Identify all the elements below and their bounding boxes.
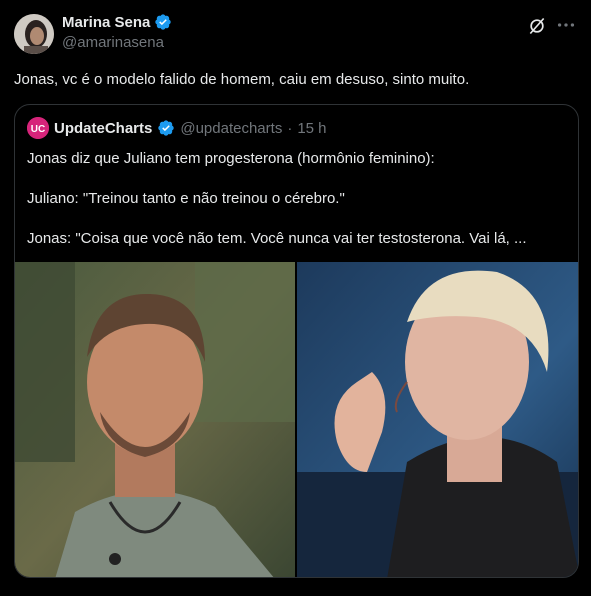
- author-block: Marina Sena @amarinasena: [62, 13, 172, 51]
- author-avatar[interactable]: [14, 14, 54, 54]
- quoted-image-left[interactable]: [15, 262, 295, 577]
- quoted-text-line-2: Juliano: "Treinou tanto e não treinou o …: [27, 190, 345, 207]
- quoted-post-header: UC UpdateCharts @updatecharts · 15 h: [27, 117, 327, 139]
- quoted-avatar-logo: UC: [31, 124, 45, 135]
- author-name[interactable]: Marina Sena: [62, 14, 150, 31]
- author-handle[interactable]: @amarinasena: [62, 34, 172, 51]
- post-text: Jonas, vc é o modelo falido de homem, ca…: [14, 71, 470, 88]
- quoted-author-avatar[interactable]: UC: [27, 117, 49, 139]
- quoted-author-handle[interactable]: @updatecharts: [180, 120, 282, 137]
- verified-badge-icon: [158, 120, 175, 136]
- quoted-post-time[interactable]: 15 h: [297, 120, 326, 137]
- separator-dot: ·: [287, 119, 293, 137]
- more-icon[interactable]: [555, 14, 577, 36]
- quoted-post[interactable]: UC UpdateCharts @updatecharts · 15 h Jon…: [14, 104, 579, 578]
- post-header: Marina Sena @amarinasena: [14, 12, 577, 56]
- quoted-image-right[interactable]: [297, 262, 578, 577]
- quoted-text-line-3: Jonas: "Coisa que você não tem. Você nun…: [27, 230, 527, 247]
- quoted-author-name[interactable]: UpdateCharts: [54, 120, 152, 137]
- grok-icon[interactable]: [527, 16, 547, 36]
- verified-badge-icon: [155, 14, 172, 30]
- quoted-text-line-1: Jonas diz que Juliano tem progesterona (…: [27, 150, 435, 167]
